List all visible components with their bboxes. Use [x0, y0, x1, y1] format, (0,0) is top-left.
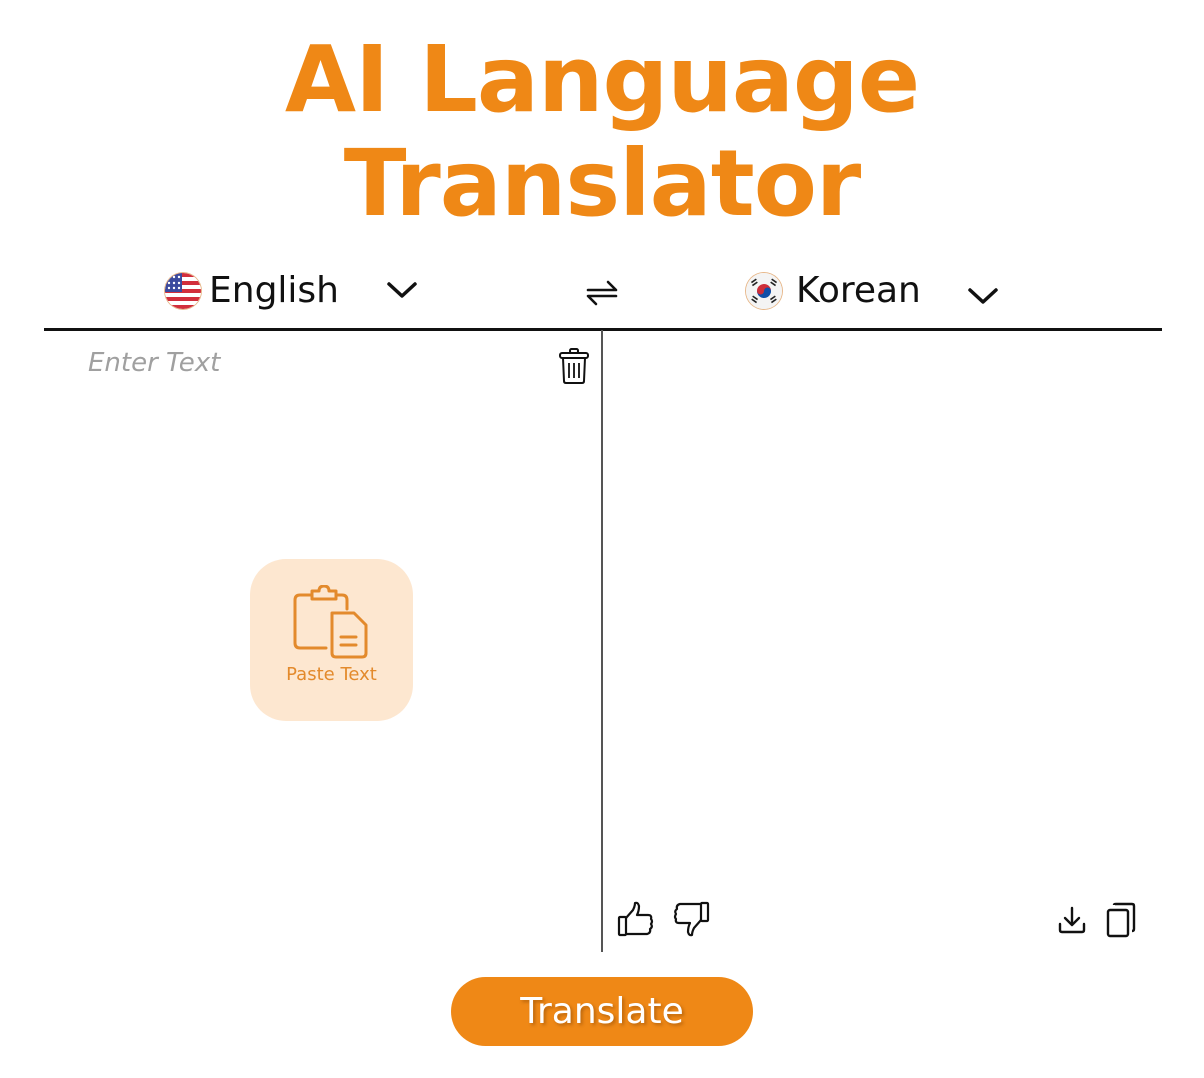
source-language-label: English [209, 270, 339, 311]
source-text-panel[interactable]: Enter Text Paste Text [44, 330, 601, 952]
target-language-label: Korean [796, 270, 921, 311]
translate-button[interactable]: Translate [451, 977, 753, 1046]
copy-icon[interactable] [1105, 902, 1137, 938]
download-icon[interactable] [1057, 906, 1087, 934]
thumbs-down-icon[interactable] [672, 900, 710, 938]
thumbs-up-icon[interactable] [617, 900, 655, 938]
source-language-select[interactable]: English [165, 270, 339, 311]
kr-flag-icon [746, 272, 782, 309]
clipboard-icon [293, 585, 368, 659]
language-bar: English Korean [44, 262, 1162, 331]
chevron-down-icon[interactable] [386, 280, 418, 300]
paste-text-button[interactable]: Paste Text [250, 559, 413, 721]
us-flag-icon [165, 272, 201, 309]
title-line-1: AI Language [284, 26, 920, 133]
target-language-select[interactable]: Korean [746, 270, 921, 311]
title-line-2: Translator [343, 130, 862, 237]
target-text-panel [603, 330, 1162, 952]
source-text-input[interactable]: Enter Text [88, 348, 220, 378]
swap-icon[interactable] [582, 276, 622, 310]
page-title: AI Language Translator [0, 28, 1204, 236]
trash-icon[interactable] [558, 347, 590, 385]
chevron-down-icon[interactable] [967, 286, 999, 306]
paste-text-label: Paste Text [286, 664, 377, 685]
